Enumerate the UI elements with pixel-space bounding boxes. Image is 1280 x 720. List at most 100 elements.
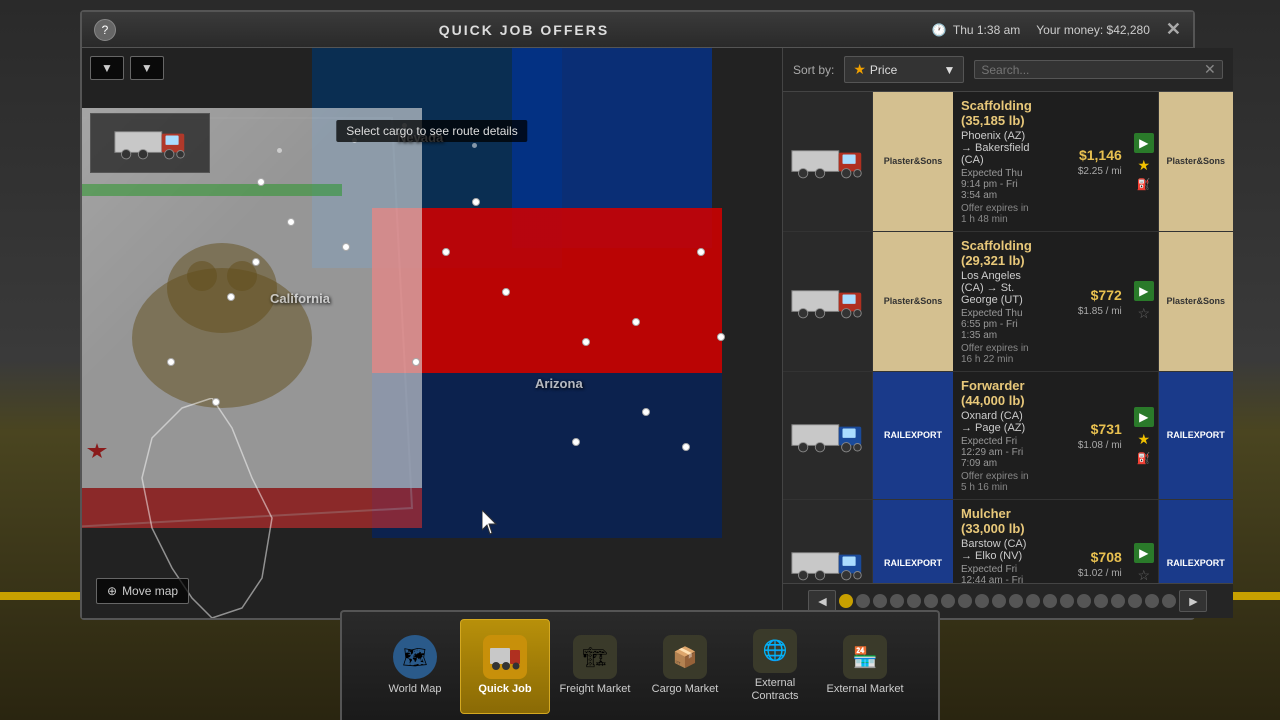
page-btn-4[interactable] [890, 594, 904, 608]
sort-chevron-icon: ▼ [943, 63, 955, 77]
city-dot-11[interactable] [212, 398, 220, 406]
job-price-4: $708 [1091, 549, 1122, 565]
city-dot-9[interactable] [572, 438, 580, 446]
page-btn-10[interactable] [992, 594, 1006, 608]
city-dot-reno[interactable] [442, 248, 450, 256]
job-fuel-icon-1[interactable]: ⛽ [1137, 178, 1151, 191]
sort-dropdown[interactable]: ★ Price ▼ [844, 56, 964, 83]
close-button[interactable]: ✕ [1166, 19, 1181, 40]
job-truck-svg-2 [790, 283, 865, 321]
page-btn-9[interactable] [975, 594, 989, 608]
job-item-2[interactable]: Plaster&Sons Scaffolding (29,321 lb) Los… [783, 232, 1233, 372]
page-btn-18[interactable] [1128, 594, 1142, 608]
map-section[interactable]: ▼ ▼ Select [82, 48, 782, 618]
page-btn-8[interactable] [958, 594, 972, 608]
job-price-1: $1,146 [1079, 147, 1122, 163]
city-dot-14[interactable] [717, 333, 725, 341]
job-go-btn-2[interactable]: ▶ [1134, 281, 1154, 301]
job-item-1[interactable]: Plaster&Sons Scaffolding (35,185 lb) Pho… [783, 92, 1233, 232]
clock-icon: 🕐 [932, 23, 947, 37]
page-btn-12[interactable] [1026, 594, 1040, 608]
city-dot-3[interactable] [227, 293, 235, 301]
cargo-market-icon: 📦 [663, 635, 707, 679]
city-dot-4[interactable] [342, 243, 350, 251]
job-actions-4: ▶ ☆ [1130, 500, 1158, 583]
city-dot-13[interactable] [682, 443, 690, 451]
company-badge-left-1: Plaster&Sons [873, 92, 953, 231]
nav-item-external-contracts2[interactable]: 🏪 External Market [820, 619, 910, 714]
job-fav-btn-1[interactable]: ★ [1138, 157, 1151, 174]
page-btn-17[interactable] [1111, 594, 1125, 608]
city-dot-10[interactable] [412, 358, 420, 366]
job-route-2: Los Angeles (CA) → St. George (UT) [961, 270, 1032, 306]
job-cargo-1: Scaffolding (35,185 lb) [961, 98, 1032, 128]
job-details-2: Scaffolding (29,321 lb) Los Angeles (CA)… [953, 232, 1040, 371]
page-btn-15[interactable] [1077, 594, 1091, 608]
bottom-nav: 🗺 World Map Quick Job 🏗 Freight Market 📦… [340, 610, 940, 720]
job-fav-btn-2[interactable]: ☆ [1138, 305, 1151, 322]
help-button[interactable]: ? [94, 19, 116, 41]
job-truck-svg-4 [790, 545, 865, 583]
pagination-next[interactable]: ► [1179, 590, 1207, 612]
job-truck-thumb [783, 500, 873, 583]
search-box: ✕ [974, 60, 1222, 79]
nav-item-quick-job[interactable]: Quick Job [460, 619, 550, 714]
nav-item-cargo-market[interactable]: 📦 Cargo Market [640, 619, 730, 714]
job-item-4[interactable]: RAILEXPORT Mulcher (33,000 lb) Barstow (… [783, 500, 1233, 583]
city-dot-8[interactable] [642, 408, 650, 416]
page-btn-3[interactable] [873, 594, 887, 608]
job-actions-3: ▶ ★ ⛽ [1130, 372, 1158, 499]
page-btn-16[interactable] [1094, 594, 1108, 608]
page-btn-11[interactable] [1009, 594, 1023, 608]
company-name-1: Plaster&Sons [884, 156, 943, 167]
search-clear-icon[interactable]: ✕ [1204, 61, 1216, 78]
nav-item-external-contracts1[interactable]: 🌐 External Contracts [730, 619, 820, 714]
city-dot-la[interactable] [252, 258, 260, 266]
job-go-btn-4[interactable]: ▶ [1134, 543, 1154, 563]
job-go-btn-1[interactable]: ▶ [1134, 133, 1154, 153]
job-route-1: Phoenix (AZ) → Bakersfield (CA) [961, 130, 1032, 166]
job-go-btn-3[interactable]: ▶ [1134, 407, 1154, 427]
city-dot-15[interactable] [697, 248, 705, 256]
page-btn-2[interactable] [856, 594, 870, 608]
page-btn-7[interactable] [941, 594, 955, 608]
city-dot-2[interactable] [257, 178, 265, 186]
window-body: ▼ ▼ Select [82, 48, 1193, 618]
search-input[interactable] [981, 63, 1204, 77]
job-time-2: Expected Thu 6:55 pm - Fri 1:35 am [961, 308, 1032, 341]
job-fuel-icon-3[interactable]: ⛽ [1137, 452, 1151, 465]
nav-label-freight-market: Freight Market [560, 683, 631, 696]
map-dropdown-1[interactable]: ▼ [90, 56, 124, 80]
nav-item-world-map[interactable]: 🗺 World Map [370, 619, 460, 714]
outline-map [132, 398, 532, 618]
job-fav-btn-3[interactable]: ★ [1138, 431, 1151, 448]
page-btn-6[interactable] [924, 594, 938, 608]
page-btn-14[interactable] [1060, 594, 1074, 608]
nav-label-world-map: World Map [389, 683, 442, 696]
job-item-3[interactable]: RAILEXPORT Forwarder (44,000 lb) Oxnard … [783, 372, 1233, 500]
page-btn-1[interactable] [839, 594, 853, 608]
move-map-icon: ⊕ [107, 584, 117, 598]
page-btn-13[interactable] [1043, 594, 1057, 608]
pagination-prev[interactable]: ◄ [808, 590, 836, 612]
job-per-mi-4: $1.02 / mi [1078, 568, 1122, 579]
cargo-hint: Select cargo to see route details [336, 120, 527, 142]
nav-item-freight-market[interactable]: 🏗 Freight Market [550, 619, 640, 714]
move-map-button[interactable]: ⊕ Move map [96, 578, 189, 604]
city-dot-5[interactable] [472, 198, 480, 206]
map-dropdown-2[interactable]: ▼ [130, 56, 164, 80]
job-expires-3: Offer expires in 5 h 16 min [961, 471, 1032, 493]
city-dot-1[interactable] [287, 218, 295, 226]
main-window: ? QUICK JOB OFFERS 🕐 Thu 1:38 am Your mo… [80, 10, 1195, 620]
company-badge-left-3: RAILEXPORT [873, 372, 953, 499]
sort-bar: Sort by: ★ Price ▼ ✕ [783, 48, 1233, 92]
job-fav-btn-4[interactable]: ☆ [1138, 567, 1151, 583]
page-btn-19[interactable] [1145, 594, 1159, 608]
city-dot-12[interactable] [167, 358, 175, 366]
city-dot-phoenix[interactable] [582, 338, 590, 346]
city-dot-6[interactable] [502, 288, 510, 296]
page-btn-5[interactable] [907, 594, 921, 608]
city-dot-7[interactable] [632, 318, 640, 326]
money-display: Your money: $42,280 [1036, 23, 1150, 37]
page-btn-20[interactable] [1162, 594, 1176, 608]
